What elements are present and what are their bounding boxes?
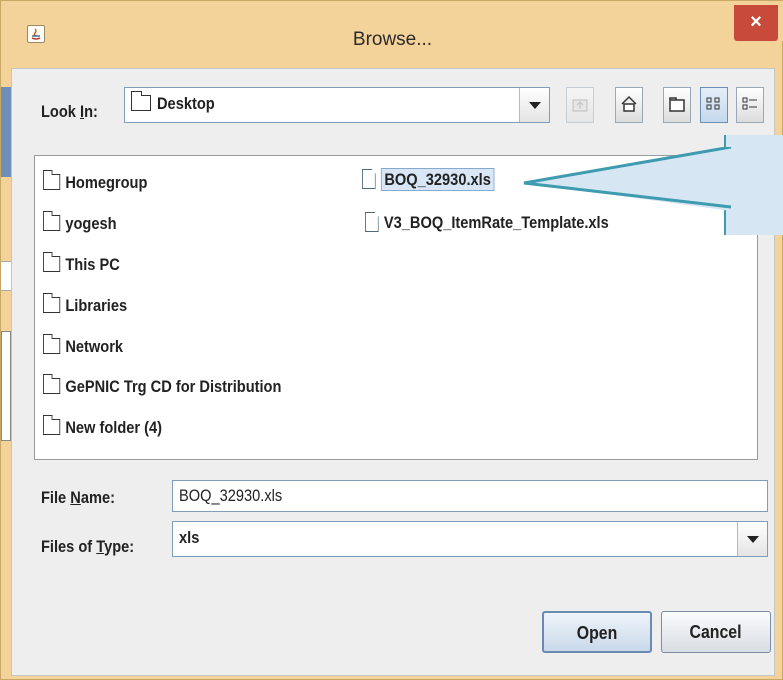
file-name-input[interactable]: BOQ_32930.xls — [172, 480, 768, 512]
folder-icon — [42, 415, 61, 435]
files-of-type-combobox[interactable]: xls — [172, 521, 768, 557]
background-window-fragment — [1, 331, 11, 441]
file-icon — [365, 212, 379, 232]
file-icon — [362, 169, 376, 189]
look-in-label: Look In: — [41, 102, 98, 121]
file-name-label: File Name: — [41, 488, 115, 507]
look-in-value: Desktop — [157, 94, 215, 113]
title-bar[interactable]: Browse... × — [1, 1, 783, 50]
folder-icon — [130, 91, 151, 111]
look-in-combobox[interactable]: Desktop — [124, 87, 550, 123]
cancel-button[interactable]: Cancel — [661, 611, 771, 653]
new-folder-icon — [669, 97, 685, 112]
folder-icon — [42, 374, 61, 394]
folder-item-gepnic[interactable]: GePNIC Trg CD for Distribution — [42, 374, 281, 397]
background-window-fragment — [1, 261, 11, 291]
dialog-title: Browse... — [352, 29, 433, 50]
folder-item-network[interactable]: Network — [42, 334, 123, 357]
folder-icon — [42, 293, 61, 313]
folder-icon — [42, 211, 61, 231]
chevron-down-icon[interactable] — [737, 522, 767, 556]
close-button[interactable]: × — [734, 5, 778, 41]
home-button[interactable] — [615, 87, 643, 123]
list-view-icon — [706, 97, 720, 110]
folder-item-homegroup[interactable]: Homegroup — [42, 170, 147, 193]
details-view-icon — [742, 97, 757, 110]
chevron-down-icon[interactable] — [519, 88, 549, 122]
up-one-level-button[interactable] — [566, 87, 594, 123]
files-of-type-label: Files of Type: — [41, 537, 135, 556]
list-view-button[interactable] — [700, 87, 728, 123]
files-of-type-value: xls — [179, 528, 200, 547]
background-window-fragment — [1, 87, 11, 177]
dialog-window: Browse... × Look In: Desktop Homegroup y… — [0, 0, 783, 680]
up-folder-icon — [572, 99, 588, 112]
folder-item-this-pc[interactable]: This PC — [42, 252, 120, 275]
file-item-v3-boq-template[interactable]: V3_BOQ_ItemRate_Template.xls — [365, 212, 609, 233]
folder-icon — [42, 170, 61, 190]
new-folder-button[interactable] — [663, 87, 691, 123]
folder-icon — [42, 334, 61, 354]
folder-item-libraries[interactable]: Libraries — [42, 293, 127, 316]
folder-item-yogesh[interactable]: yogesh — [42, 211, 117, 234]
folder-icon — [42, 252, 61, 272]
file-item-boq-32930[interactable]: BOQ_32930.xls — [362, 168, 495, 191]
callout-pointer — [523, 147, 783, 211]
open-button[interactable]: Open — [542, 611, 652, 653]
home-icon — [621, 95, 637, 112]
details-view-button[interactable] — [736, 87, 764, 123]
folder-item-new-folder-4[interactable]: New folder (4) — [42, 415, 162, 438]
